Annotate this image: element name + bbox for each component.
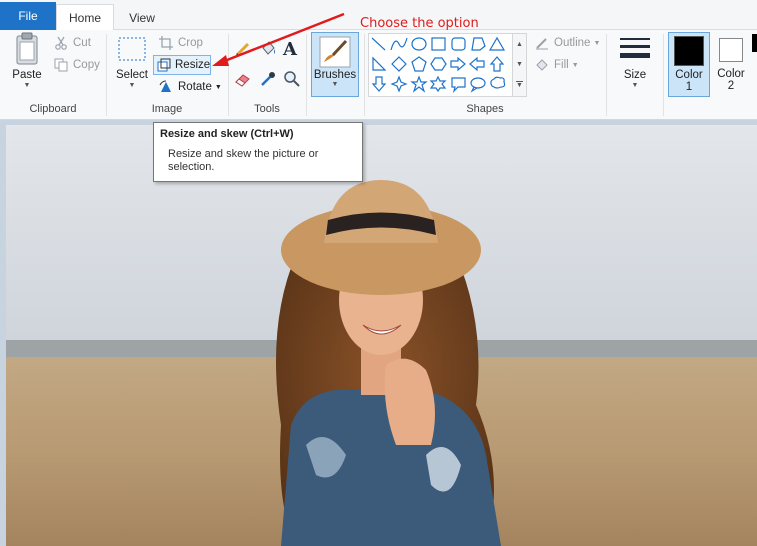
annotation-arrow [212, 12, 345, 66]
